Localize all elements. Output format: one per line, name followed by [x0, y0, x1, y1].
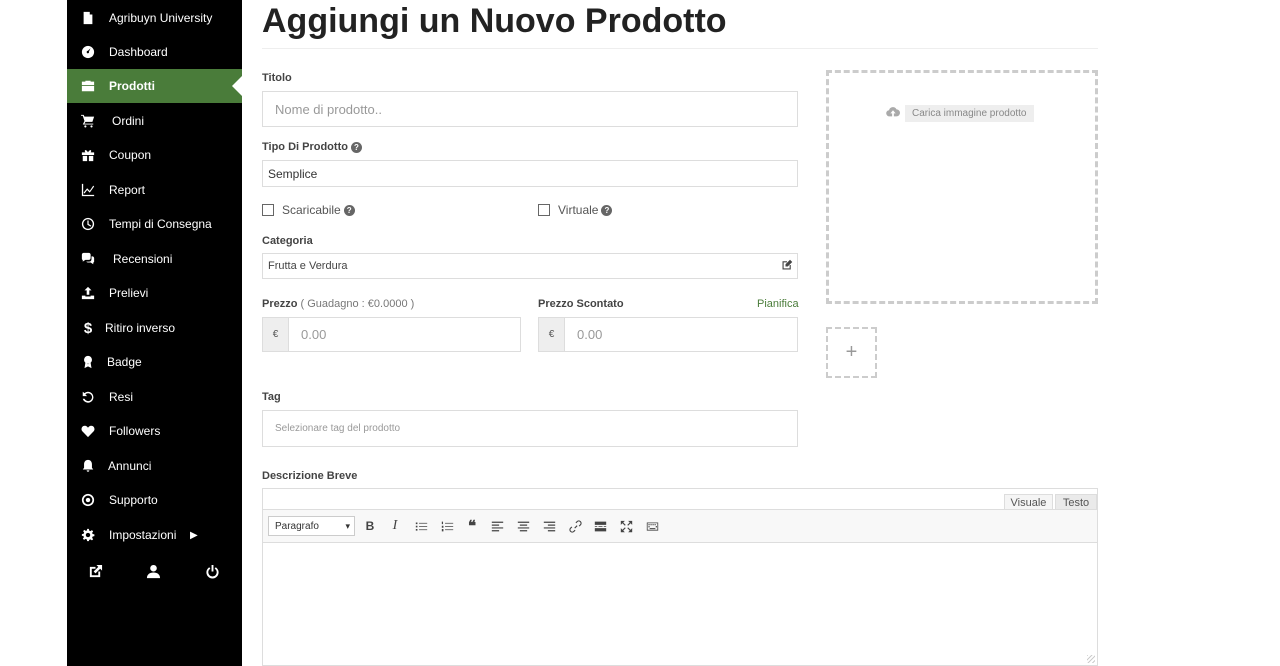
blockquote-button[interactable]: ❝ — [463, 518, 481, 535]
briefcase-icon — [80, 78, 96, 94]
sidebar-item-badge[interactable]: Badge — [67, 345, 242, 379]
user-icon[interactable] — [146, 564, 162, 580]
help-icon[interactable]: ? — [350, 141, 362, 153]
add-gallery-image-button[interactable]: + — [826, 327, 877, 378]
gear-icon — [80, 527, 96, 543]
sale-price-input[interactable]: 0.00 — [564, 317, 798, 352]
upload-image-button[interactable]: Carica immagine prodotto — [886, 105, 1034, 122]
virtual-checkbox[interactable]: Virtuale? — [538, 203, 613, 217]
schedule-link[interactable]: Pianifica — [757, 298, 799, 310]
lifebuoy-icon — [80, 492, 96, 508]
comments-icon — [80, 251, 96, 267]
dollar-icon: $ — [83, 319, 93, 337]
title-label: Titolo — [262, 72, 292, 84]
checkbox-box[interactable] — [262, 204, 274, 216]
sidebar-item-ordini[interactable]: Ordini — [67, 104, 242, 138]
sidebar-item-tempi-consegna[interactable]: Tempi di Consegna — [67, 207, 242, 241]
keyboard-icon[interactable] — [643, 518, 661, 534]
tachometer-icon — [80, 44, 96, 60]
downloadable-checkbox[interactable]: Scaricabile? — [262, 203, 355, 217]
bell-icon — [80, 458, 96, 474]
sidebar-item-resi[interactable]: Resi — [67, 380, 242, 414]
tag-label: Tag — [262, 391, 281, 403]
cloud-upload-icon — [886, 105, 900, 122]
edit-icon[interactable] — [781, 259, 793, 274]
bold-button[interactable]: B — [361, 518, 379, 534]
page-title: Aggiungi un Nuovo Prodotto — [262, 2, 727, 40]
sidebar-item-dashboard[interactable]: Dashboard — [67, 35, 242, 69]
link-icon[interactable] — [566, 518, 584, 534]
sidebar-item-prelievi[interactable]: Prelievi — [67, 276, 242, 310]
help-icon[interactable]: ? — [601, 204, 613, 216]
resize-handle-icon[interactable] — [1087, 655, 1095, 663]
pdf-file-icon — [80, 10, 96, 26]
power-icon[interactable] — [205, 564, 221, 580]
currency-addon: € — [262, 317, 289, 352]
category-select[interactable]: Frutta e Verdura — [262, 253, 798, 279]
currency-addon: € — [538, 317, 565, 352]
product-type-select[interactable]: Semplice — [262, 160, 798, 187]
checkbox-box[interactable] — [538, 204, 550, 216]
sidebar-item-followers[interactable]: Followers — [67, 414, 242, 448]
tag-input[interactable]: Selezionare tag del prodotto — [262, 410, 798, 447]
help-icon[interactable]: ? — [343, 204, 355, 216]
price-label-text: Prezzo — [262, 298, 298, 310]
external-link-icon[interactable] — [88, 564, 104, 580]
tab-visual[interactable]: Visuale — [1004, 494, 1053, 510]
sidebar-item-report[interactable]: Report — [67, 173, 242, 207]
caret-right-icon: ▶ — [190, 529, 198, 541]
gift-icon — [80, 147, 96, 163]
tab-text[interactable]: Testo — [1055, 494, 1097, 510]
upload-image-label: Carica immagine prodotto — [905, 105, 1034, 122]
clock-icon — [80, 216, 96, 232]
numbered-list-icon[interactable] — [438, 518, 456, 534]
price-label: Prezzo ( Guadagno : €0.0000 ) — [262, 298, 414, 310]
sidebar-item-university[interactable]: Agribuyn University — [67, 1, 242, 35]
shopping-cart-icon — [80, 113, 96, 129]
sidebar-item-annunci[interactable]: Annunci — [67, 449, 242, 483]
read-more-icon[interactable] — [591, 518, 609, 534]
virtual-label: Virtuale — [558, 203, 599, 217]
italic-button[interactable]: I — [386, 518, 404, 534]
format-select[interactable]: Paragrafo — [268, 516, 355, 536]
sidebar: Agribuyn University Dashboard Prodotti O… — [67, 0, 242, 666]
sidebar-item-recensioni[interactable]: Recensioni — [67, 242, 242, 276]
product-title-input[interactable]: Nome di prodotto.. — [262, 91, 798, 127]
fullscreen-icon[interactable] — [617, 518, 635, 534]
title-divider — [262, 48, 1098, 49]
sidebar-item-impostazioni[interactable]: Impostazioni ▶ — [67, 518, 242, 552]
category-value: Frutta e Verdura — [268, 260, 348, 272]
align-left-icon[interactable] — [488, 518, 506, 534]
bullet-list-icon[interactable] — [412, 518, 430, 534]
short-description-label: Descrizione Breve — [262, 470, 358, 482]
price-earning: ( Guadagno : €0.0000 ) — [300, 298, 415, 310]
sidebar-item-ritiro-inverso[interactable]: $ Ritiro inverso — [67, 311, 242, 345]
line-chart-icon — [80, 182, 96, 198]
align-center-icon[interactable] — [514, 518, 532, 534]
downloadable-label: Scaricabile — [282, 203, 341, 217]
sidebar-item-supporto[interactable]: Supporto — [67, 483, 242, 517]
sale-price-label: Prezzo Scontato — [538, 298, 624, 310]
category-label: Categoria — [262, 235, 313, 247]
heart-icon — [80, 423, 96, 439]
align-right-icon[interactable] — [540, 518, 558, 534]
product-type-label-text: Tipo Di Prodotto — [262, 141, 348, 153]
award-icon — [80, 354, 96, 370]
price-input[interactable]: 0.00 — [288, 317, 521, 352]
undo-icon — [80, 389, 96, 405]
product-type-label: Tipo Di Prodotto? — [262, 141, 362, 153]
upload-icon — [80, 285, 96, 301]
sidebar-item-prodotti[interactable]: Prodotti — [67, 69, 242, 103]
sidebar-footer — [67, 560, 242, 584]
sidebar-item-coupon[interactable]: Coupon — [67, 138, 242, 172]
